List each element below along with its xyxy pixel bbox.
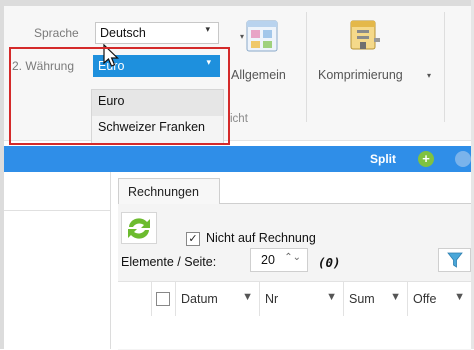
- result-count: (0): [318, 255, 341, 270]
- ribbon-separator: [306, 12, 307, 122]
- not-on-invoice-checkbox[interactable]: ✓: [186, 232, 200, 246]
- column-header-number[interactable]: Nr ▼: [259, 282, 343, 316]
- invoice-grid-body: [118, 316, 471, 349]
- left-panel-divider: [4, 210, 110, 211]
- refresh-button[interactable]: [121, 212, 157, 244]
- spin-icon[interactable]: ⌃⌄: [284, 252, 301, 263]
- items-per-page-stepper[interactable]: 20 ⌃⌄: [250, 248, 308, 272]
- column-header-open[interactable]: Offe ▼: [407, 282, 471, 316]
- add-split-button[interactable]: +: [418, 151, 434, 167]
- items-per-page-value: 20: [261, 253, 275, 267]
- select-all-column: [151, 282, 175, 316]
- column-header-number-label: Nr: [265, 292, 279, 306]
- chevron-down-icon[interactable]: ▾: [427, 71, 431, 80]
- split-toolbar: Split +: [4, 146, 471, 172]
- filter-button[interactable]: [438, 248, 471, 272]
- panel-splitter[interactable]: [110, 172, 111, 349]
- column-header-date[interactable]: Datum ▼: [175, 282, 259, 316]
- chevron-down-icon: ▾: [205, 24, 210, 34]
- chevron-down-icon[interactable]: ▾: [240, 32, 244, 41]
- column-header-date-label: Datum: [181, 292, 218, 306]
- not-on-invoice-label: Nicht auf Rechnung: [206, 231, 316, 245]
- funnel-icon: [447, 252, 463, 268]
- column-header-sum[interactable]: Sum ▼: [343, 282, 407, 316]
- compression-icon[interactable]: [347, 18, 381, 54]
- row-indicator-column: [118, 282, 151, 316]
- column-filter-icon[interactable]: ▼: [390, 291, 401, 303]
- tab-invoices[interactable]: Rechnungen: [118, 178, 220, 204]
- compression-button-label[interactable]: Komprimierung: [318, 68, 403, 82]
- refresh-icon: [128, 218, 150, 239]
- remove-split-button[interactable]: [455, 151, 471, 167]
- invoice-grid-header: Datum ▼ Nr ▼ Sum ▼ Offe ▼: [118, 281, 471, 317]
- column-filter-icon[interactable]: ▼: [242, 291, 253, 303]
- column-filter-icon[interactable]: ▼: [326, 291, 337, 303]
- language-label: Sprache: [34, 26, 79, 40]
- highlight-callout-frame: [9, 47, 230, 145]
- general-button-label[interactable]: Allgemein: [231, 68, 286, 82]
- select-all-checkbox[interactable]: [156, 292, 170, 306]
- items-per-page-label: Elemente / Seite:: [121, 255, 217, 269]
- split-label: Split: [370, 152, 396, 166]
- language-select[interactable]: Deutsch ▾: [95, 22, 219, 44]
- column-header-open-label: Offe: [413, 292, 437, 306]
- ribbon-group-label: icht: [230, 113, 248, 125]
- general-settings-icon[interactable]: [246, 20, 278, 52]
- column-filter-icon[interactable]: ▼: [454, 291, 465, 303]
- ribbon-separator: [444, 12, 445, 122]
- language-value: Deutsch: [100, 26, 146, 40]
- column-header-sum-label: Sum: [349, 292, 375, 306]
